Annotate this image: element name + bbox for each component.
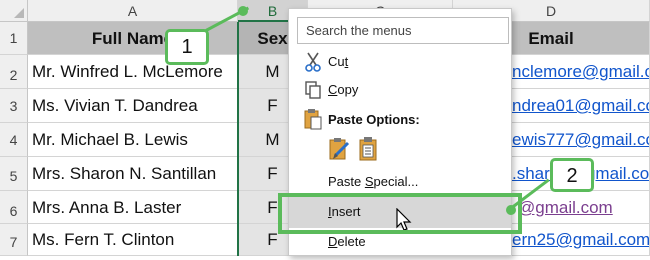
cell-name[interactable]: Mrs. Anna B. Laster bbox=[28, 191, 238, 224]
callout-2-dot bbox=[506, 205, 516, 215]
row-header-6[interactable]: 6 bbox=[0, 191, 28, 224]
copy-icon bbox=[304, 80, 322, 100]
row-header-3[interactable]: 3 bbox=[0, 89, 28, 123]
callout-1-dot bbox=[238, 6, 248, 16]
clipboard-icon bbox=[304, 108, 322, 130]
callout-step-1: 1 bbox=[165, 29, 209, 65]
row-header-2[interactable]: 2 bbox=[0, 55, 28, 89]
paste-options-label: Paste Options: bbox=[328, 112, 420, 127]
menu-item-delete[interactable]: Delete bbox=[328, 232, 366, 252]
paste-brush-icon[interactable] bbox=[328, 136, 352, 162]
cell-name[interactable]: Ms. Fern T. Clinton bbox=[28, 224, 238, 256]
paste-values-icon[interactable] bbox=[358, 136, 380, 162]
select-all-corner[interactable] bbox=[0, 0, 28, 22]
row-header-5[interactable]: 5 bbox=[0, 157, 28, 191]
column-header-a[interactable]: A bbox=[28, 0, 238, 22]
row-header-4[interactable]: 4 bbox=[0, 123, 28, 157]
scissors-icon bbox=[304, 52, 322, 72]
menu-item-copy[interactable]: Copy bbox=[328, 80, 358, 100]
menu-item-cut[interactable]: Cut bbox=[328, 52, 348, 72]
cell-name[interactable]: Mr. Michael B. Lewis bbox=[28, 123, 238, 157]
callout-step-2: 2 bbox=[550, 158, 594, 192]
menu-search-input[interactable]: Search the menus bbox=[297, 17, 509, 44]
cell-name[interactable]: Mrs. Sharon N. Santillan bbox=[28, 157, 238, 191]
row-header-1[interactable]: 1 bbox=[0, 22, 28, 55]
insert-highlight-box bbox=[278, 193, 522, 234]
cell-name[interactable]: Ms. Vivian T. Dandrea bbox=[28, 89, 238, 123]
row-header-7[interactable]: 7 bbox=[0, 224, 28, 256]
menu-item-paste-special[interactable]: Paste Special... bbox=[328, 172, 418, 192]
